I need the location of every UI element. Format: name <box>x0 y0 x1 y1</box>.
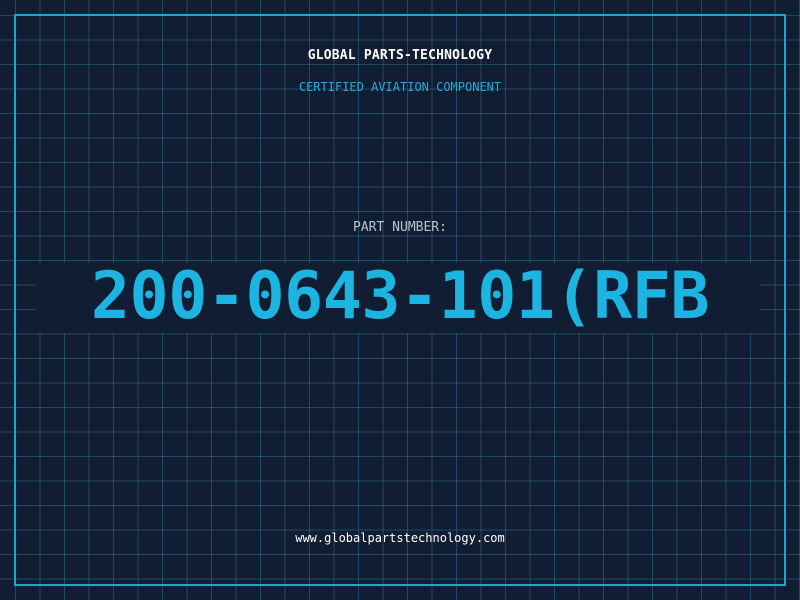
part-number-value: 200-0643-101(RFB <box>90 259 710 334</box>
certification-subtitle: CERTIFIED AVIATION COMPONENT <box>298 80 502 94</box>
website-url: www.globalpartstechnology.com <box>295 531 505 545</box>
brand-title: GLOBAL PARTS-TECHNOLOGY <box>307 48 493 63</box>
blueprint-canvas: GLOBAL PARTS-TECHNOLOGY CERTIFIED AVIATI… <box>0 0 800 600</box>
part-number-label: PART NUMBER: <box>353 220 447 235</box>
